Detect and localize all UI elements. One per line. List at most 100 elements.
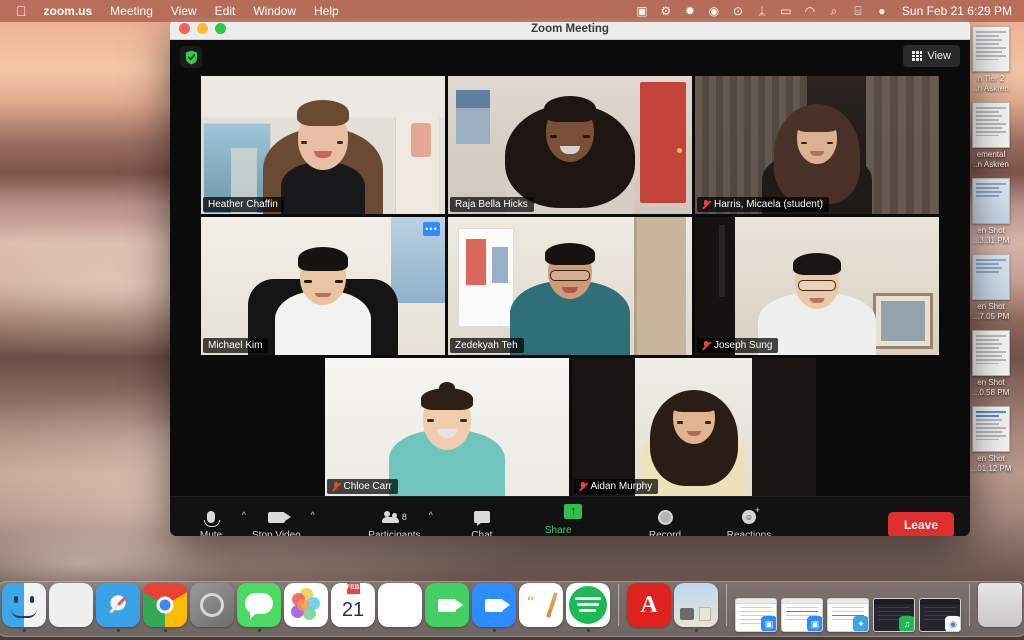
dock-item-facetime[interactable] [425,583,469,632]
running-indicator [446,629,449,632]
participant-name-badge: Joseph Sung [697,338,779,353]
menu-edit[interactable]: Edit [206,0,245,22]
dock-item-finder[interactable] [2,583,46,632]
tile-more-options-button[interactable]: ••• [423,222,440,236]
participants-button[interactable]: 8 Participants ^ [368,508,433,536]
menu-help[interactable]: Help [305,0,348,22]
zoom-meeting-window: Zoom Meeting View Heather Chaffin Raja B… [170,18,970,536]
menu-view[interactable]: View [162,0,206,22]
running-indicator [492,629,496,632]
participant-tile-harris-micaela[interactable]: Harris, Micaela (student) [695,76,939,214]
record-label: Record [648,530,682,536]
dock-item-system-preferences[interactable] [190,583,234,632]
reactions-icon: ☺ [742,505,760,526]
malwarebytes-icon[interactable]: ✹ [678,0,702,22]
macos-menu-bar:  zoom.us Meeting View Edit Window Help … [0,0,1024,22]
running-indicator [305,629,308,632]
minimized-pages-document[interactable]: ▣ [735,598,777,632]
minimized-spotify-window[interactable]: ♫ [873,598,915,632]
participant-tile-michael-kim[interactable]: ••• Michael Kim [201,217,445,355]
menu-bar-clock[interactable]: Sun Feb 21 6:29 PM [894,4,1016,18]
timemachine-icon[interactable]: ⊙ [726,0,750,22]
user-account-icon[interactable]: ● [870,0,894,22]
reactions-button[interactable]: ☺ Reactions [727,505,771,536]
muted-microphone-icon [702,199,710,210]
dock-separator [618,584,619,626]
participant-name: Zedekyah Teh [455,339,518,351]
view-layout-button[interactable]: View [903,45,960,67]
chrome-badge-icon: ◉ [945,616,960,631]
battery-icon[interactable]: ▭ [774,0,798,22]
chat-button[interactable]: Chat [461,508,503,536]
apple-menu-icon[interactable]:  [8,0,35,22]
adobe-acrobat-icon: A [627,583,671,627]
video-options-chevron-icon[interactable]: ^ [311,510,315,520]
participant-name-badge: Michael Kim [203,338,269,353]
document-thumbnail-icon [972,102,1010,148]
menu-window[interactable]: Window [244,0,305,22]
participant-name: Aidan Murphy [590,480,653,492]
leave-meeting-button[interactable]: Leave [887,511,954,536]
pages-icon: “ [519,583,563,627]
dock-item-notes[interactable] [378,583,422,632]
minimized-chrome-window[interactable]: ◉ [919,598,961,632]
running-indicator [540,629,543,632]
window-traffic-lights [170,23,226,34]
bluetooth-icon[interactable]: ᛦ [750,0,774,22]
running-indicator [70,629,73,632]
dock-item-safari[interactable] [96,583,140,632]
control-center-icon[interactable]: ⌸ [846,0,870,22]
menu-meeting[interactable]: Meeting [101,0,162,22]
dock-item-messages[interactable] [237,583,281,632]
screenshot-thumbnail-icon [972,178,1010,224]
dock-item-spotify[interactable] [566,583,610,632]
screen-recording-icon[interactable]: ▣ [630,0,654,22]
minimize-window-button[interactable] [197,23,208,34]
messages-icon [237,583,281,627]
audio-options-chevron-icon[interactable]: ^ [242,510,246,520]
system-preferences-icon [190,583,234,627]
grammarly-icon[interactable]: ◉ [702,0,726,22]
close-window-button[interactable] [179,23,190,34]
spotlight-search-icon[interactable]: ⌕ [822,0,846,22]
menu-zoom-us[interactable]: zoom.us [35,0,102,22]
dock-item-trash[interactable] [978,583,1022,632]
minimized-zoom-window[interactable]: ▣ [781,598,823,632]
mute-button[interactable]: Mute ^ [190,508,246,536]
dock-item-pages[interactable]: “ [519,583,563,632]
document-thumbnail-icon [972,330,1010,376]
dock-item-calendar[interactable]: FEB 21 [331,583,375,632]
minimized-safari-window[interactable]: ✦ [827,598,869,632]
participant-tile-chloe-carr[interactable]: Chloe Carr [324,358,569,496]
share-screen-button[interactable]: ↑ Share Screen [544,503,602,537]
photos-icon [284,583,328,627]
dock-item-launchpad[interactable] [49,583,93,632]
encryption-shield-button[interactable] [180,46,202,68]
dock-separator [969,584,970,626]
stop-video-button[interactable]: Stop Video ^ [252,508,315,536]
dock-item-preview[interactable] [674,583,718,632]
dock-item-chrome[interactable] [143,583,187,632]
participants-options-chevron-icon[interactable]: ^ [429,510,433,520]
record-button[interactable]: Record [644,508,686,536]
camera-icon [267,508,291,526]
participant-tile-heather-chaffin[interactable]: Heather Chaffin [201,76,445,214]
share-screen-label: Share Screen [544,524,577,537]
audio-midi-icon[interactable]: ⚙ [654,0,678,22]
dock-minimized-windows: ▣ ▣ ✦ ♫ ◉ [735,598,961,632]
maximize-window-button[interactable] [215,23,226,34]
stop-video-label: Stop Video [252,530,301,536]
participant-tile-aidan-murphy[interactable]: Aidan Murphy [571,358,816,496]
zoom-badge-icon: ▣ [807,616,822,631]
running-indicator [352,629,355,632]
dock-item-zoom[interactable] [472,583,516,632]
dock-item-photos[interactable] [284,583,328,632]
running-indicator [22,629,26,632]
dock-item-adobe-acrobat[interactable]: A [627,583,671,632]
participant-tile-joseph-sung[interactable]: Joseph Sung [695,217,939,355]
wifi-icon[interactable]: ◠ [798,0,822,22]
video-feed [448,217,692,355]
participant-tile-raja-bella-hicks[interactable]: Raja Bella Hicks [448,76,692,214]
participant-name: Michael Kim [208,339,263,351]
participant-tile-zedekyah-teh[interactable]: Zedekyah Teh [448,217,692,355]
